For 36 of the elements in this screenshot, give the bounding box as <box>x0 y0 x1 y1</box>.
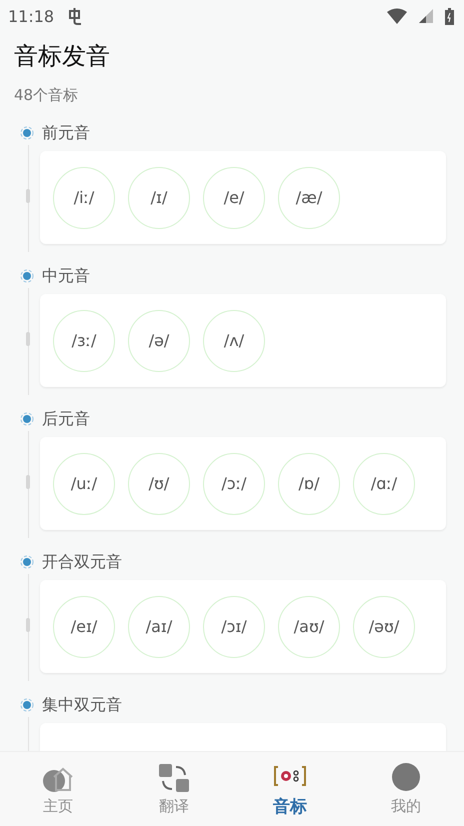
phonetic-button[interactable]: /ɪ/ <box>128 166 190 228</box>
battery-icon <box>445 8 454 24</box>
phonetic-button[interactable]: /ɑː/ <box>353 452 415 514</box>
phonetic-button[interactable]: /uː/ <box>53 452 115 514</box>
timeline-dot-icon <box>20 698 34 712</box>
timeline-dot-icon <box>20 269 34 283</box>
page-title: 音标发音 <box>14 41 110 72</box>
phonetic-button[interactable]: /ʌ/ <box>203 310 265 372</box>
status-time: 11:18 <box>8 6 54 26</box>
phonetic-count: 48个音标 <box>14 86 78 105</box>
section-title: 开合双元音 <box>42 552 122 572</box>
phonetic-button[interactable]: /ɒ/ <box>278 452 340 514</box>
signal-icon <box>419 9 433 23</box>
phonetic-button[interactable]: /aɪ/ <box>128 596 190 658</box>
phonetic-button[interactable]: /ɜː/ <box>53 310 115 372</box>
profile-icon <box>390 762 422 792</box>
phonetic-button[interactable]: /ɔː/ <box>203 452 265 514</box>
nav-tab[interactable]: 音标 <box>232 752 348 826</box>
section-title: 后元音 <box>42 408 90 430</box>
phonetic-button[interactable]: /ɔɪ/ <box>203 596 265 658</box>
phonetic-button[interactable]: /e/ <box>203 166 265 228</box>
section-title: 集中双元音 <box>42 694 122 716</box>
phonetic-button[interactable]: /iː/ <box>53 166 115 228</box>
wifi-icon <box>387 8 407 24</box>
phonetic-button[interactable]: /ə/ <box>128 310 190 372</box>
phonetic-button[interactable]: /ʊ/ <box>128 452 190 514</box>
section-title: 中元音 <box>42 266 90 286</box>
phonetic-button[interactable]: /eɪ/ <box>53 596 115 658</box>
timeline-dot-icon <box>20 555 34 569</box>
timeline-dot-icon <box>20 126 34 140</box>
phonetic-button[interactable]: /æ/ <box>278 166 340 228</box>
phonetic-button[interactable]: /əʊ/ <box>353 596 415 658</box>
phonetic-button[interactable]: /aʊ/ <box>278 596 340 658</box>
timeline-dot-icon <box>20 412 34 426</box>
section-title: 前元音 <box>42 122 90 144</box>
translate-icon <box>158 762 190 792</box>
